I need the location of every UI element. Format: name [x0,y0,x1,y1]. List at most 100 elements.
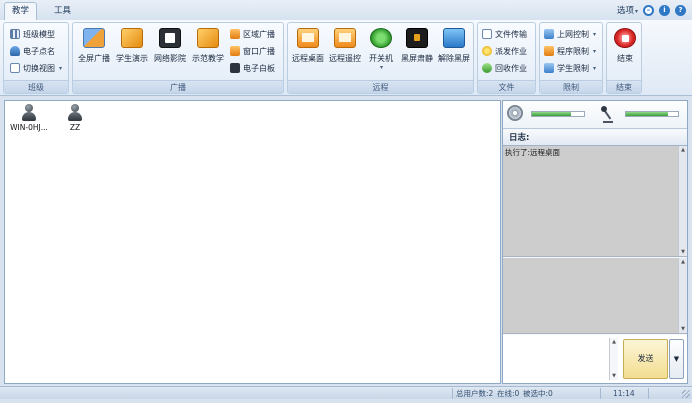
group-label-remote: 远程 [288,80,473,93]
internet-control-button[interactable]: 上网控制 ▾ [544,27,596,41]
collect-homework-button[interactable]: 回收作业 [482,61,527,75]
status-bar: 总用户数:2 在线:0 被选中:0 11:14 [0,386,692,399]
speaker-icon[interactable] [507,105,523,121]
right-panel: 日志: 执行了:远程桌面 ▲ ▼ ▲ ▼ ▲ ▼ 发送 ▼ [502,100,688,384]
student-user-icon [68,104,82,121]
student-limit-icon [544,63,554,73]
unlock-screen-label: 解除黑屏 [438,54,470,63]
area-broadcast-button[interactable]: 区域广播 [230,27,275,41]
roll-call-icon [10,46,20,56]
unlock-screen-button[interactable]: 解除黑屏 [435,26,473,80]
info-icon[interactable]: i [659,4,670,16]
chevron-down-icon: ▾ [593,47,597,55]
speaker-volume-bar[interactable] [531,111,585,117]
resize-grip-icon[interactable] [682,390,690,398]
student-item[interactable]: WIN-0HJ... [5,104,53,132]
scroll-up-icon[interactable]: ▲ [610,338,618,346]
selected-count: 被选中:0 [523,389,553,398]
student-list-panel[interactable]: WIN-0HJ... ZZ [4,100,501,384]
assign-homework-button[interactable]: 派发作业 [482,44,527,58]
remote-control-button[interactable]: 远程遥控 [326,26,364,80]
student-demo-icon [121,28,143,48]
student-demo-button[interactable]: 学生演示 [113,26,151,80]
whiteboard-button[interactable]: 电子白板 [230,61,275,75]
fullscreen-broadcast-icon [83,28,105,48]
class-model-icon [10,29,20,39]
chat-scrollbar[interactable]: ▲ ▼ [678,258,687,333]
window-broadcast-button[interactable]: 窗口广播 [230,44,275,58]
power-label: 开关机 [369,54,393,63]
options-menu[interactable]: 选项▾ [617,4,638,16]
black-screen-button[interactable]: 黑屏肃静 [398,26,436,80]
end-button[interactable]: 结束 [606,26,644,80]
program-limit-button[interactable]: 程序限制 ▾ [544,44,596,58]
scroll-up-icon[interactable]: ▲ [679,258,687,266]
assign-homework-label: 派发作业 [495,46,527,56]
switch-view-button[interactable]: 切换视图 ▾ [10,61,62,75]
message-input[interactable] [505,338,617,380]
remote-desktop-label: 远程桌面 [292,54,324,63]
log-header: 日志: [503,130,687,146]
clock-time: 11:14 [613,389,635,398]
group-label-broadcast: 广播 [73,80,283,93]
ribbon: 班级模型 电子点名 切换视图 ▾ 班级 全屏广播 学生演示 网络影院 示范教学 [0,20,692,96]
tab-teaching[interactable]: 教学 [4,2,38,20]
student-name: ZZ [69,123,81,132]
input-scrollbar[interactable]: ▲ ▼ [609,338,618,380]
area-broadcast-icon [230,29,240,39]
fullscreen-broadcast-button[interactable]: 全屏广播 [75,26,113,80]
scroll-down-icon[interactable]: ▼ [610,372,618,380]
options-label: 选项 [616,6,634,16]
remote-desktop-button[interactable]: 远程桌面 [289,26,327,80]
chevron-down-icon: ▾ [59,64,63,72]
chat-history-area: ▲ ▼ [503,258,687,334]
collect-homework-label: 回收作业 [495,63,527,73]
microphone-icon[interactable] [599,104,615,124]
whiteboard-label: 电子白板 [243,63,275,73]
network-cinema-icon [159,28,181,48]
scroll-down-icon[interactable]: ▼ [679,325,687,333]
log-entry: 执行了:远程桌面 [505,148,561,157]
mic-volume-bar[interactable] [625,111,679,117]
assign-homework-icon [482,46,492,56]
class-model-button[interactable]: 班级模型 [10,27,55,41]
student-demo-label: 学生演示 [116,54,148,63]
minimize-circle-icon[interactable]: – [643,4,654,16]
power-button[interactable]: 开关机 ▾ [362,26,400,80]
status-divider [452,388,453,399]
chevron-down-icon: ▾ [593,64,597,72]
group-label-class: 班级 [4,80,68,93]
demo-teaching-button[interactable]: 示范教学 [189,26,227,80]
student-user-icon [22,104,36,121]
chevron-down-icon: ▾ [379,64,383,71]
window-broadcast-label: 窗口广播 [243,46,275,56]
group-label-file: 文件 [478,80,535,93]
send-button[interactable]: 发送 [623,339,668,379]
help-icon[interactable]: ? [675,4,686,16]
file-transfer-label: 文件传输 [495,29,527,39]
internet-control-label: 上网控制 [557,29,589,39]
file-transfer-button[interactable]: 文件传输 [482,27,527,41]
tab-tools[interactable]: 工具 [46,2,79,20]
send-options-dropdown[interactable]: ▼ [669,339,684,379]
unlock-screen-icon [443,28,465,48]
program-limit-icon [544,46,554,56]
student-limit-label: 学生限制 [557,63,589,73]
remote-desktop-icon [297,28,319,48]
roll-call-button[interactable]: 电子点名 [10,44,55,58]
log-scrollbar[interactable]: ▲ ▼ [678,146,687,256]
ribbon-group-remote: 远程桌面 远程遥控 开关机 ▾ 黑屏肃静 解除黑屏 远程 [287,22,474,94]
ribbon-group-file: 文件传输 派发作业 回收作业 文件 [477,22,536,94]
area-broadcast-label: 区域广播 [243,29,275,39]
log-area: 执行了:远程桌面 ▲ ▼ [503,146,687,257]
scroll-down-icon[interactable]: ▼ [679,248,687,256]
scroll-up-icon[interactable]: ▲ [679,146,687,154]
stop-icon [614,28,636,48]
roll-call-label: 电子点名 [23,46,55,56]
status-divider [648,388,649,399]
network-cinema-button[interactable]: 网络影院 [151,26,189,80]
ribbon-group-broadcast: 全屏广播 学生演示 网络影院 示范教学 区域广播 窗口广播 电子白板 广播 [72,22,284,94]
student-limit-button[interactable]: 学生限制 ▾ [544,61,596,75]
remote-control-icon [334,28,356,48]
student-item[interactable]: ZZ [51,104,99,132]
